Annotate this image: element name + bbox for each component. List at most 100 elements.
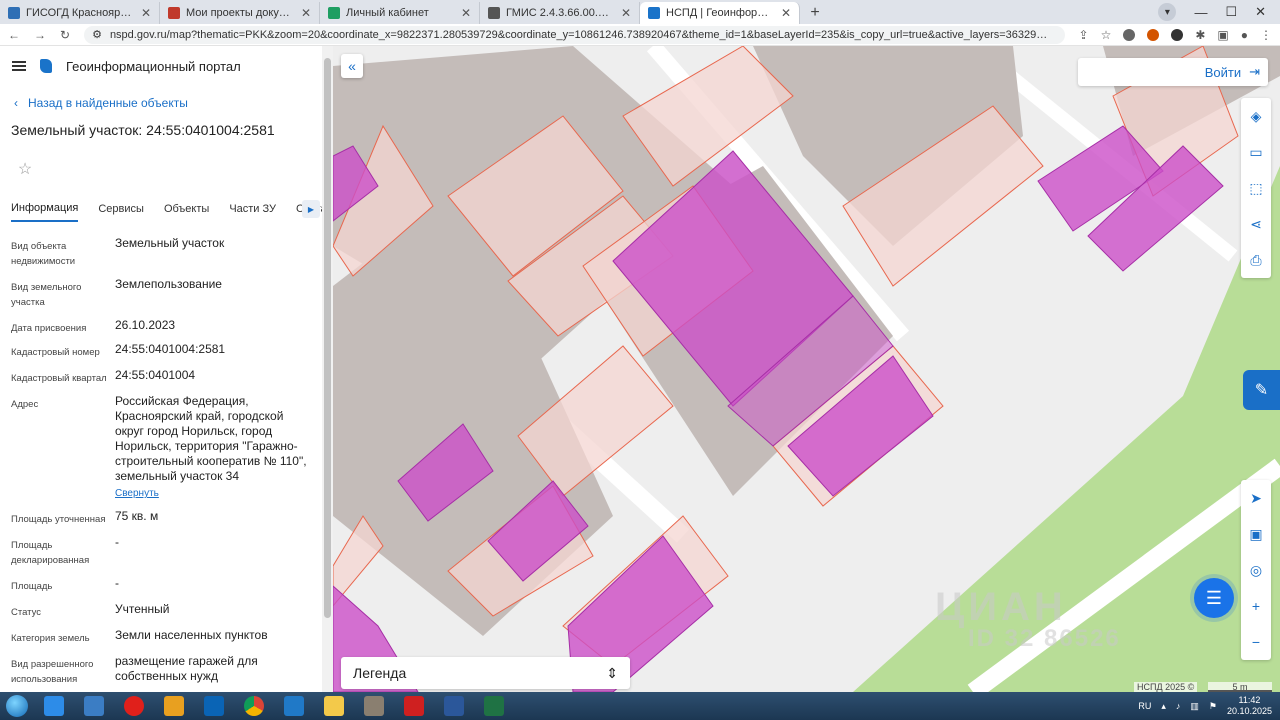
tab-close-icon[interactable]: ✕ [461,6,471,20]
layers-icon[interactable]: ◈ [1241,98,1271,134]
start-button[interactable] [0,692,34,720]
property-value: - [115,576,119,590]
extension-icon[interactable] [1123,28,1136,41]
share-icon[interactable]: ⋖ [1241,206,1271,242]
zoom-in-button[interactable]: + [1241,588,1271,624]
outlook-icon[interactable] [194,692,234,720]
property-row: Кадастровый номер 24:55:0401004:2581 [0,342,322,360]
geosearch-icon[interactable]: ◎ [1241,552,1271,588]
volume-icon[interactable]: ♪ [1176,701,1181,711]
property-value: Учтенный [115,602,170,616]
panel-scrollbar[interactable] [322,46,333,692]
back-link-label: Назад в найденные объекты [28,96,188,110]
tab-search-icon[interactable]: ▾ [1158,3,1177,21]
new-tab-button[interactable]: + [804,2,826,24]
bird-app-icon[interactable] [74,692,114,720]
tab-objects[interactable]: Объекты [164,196,209,222]
property-value: Земли населенных пунктов [115,628,268,642]
minimap-icon[interactable]: ▣ [1241,516,1271,552]
chat-icon[interactable]: ☰ [1194,578,1234,618]
extension-icon[interactable] [1147,28,1160,41]
tab-close-icon[interactable]: ✕ [141,6,151,20]
sidepanel-icon[interactable]: ▣ [1217,28,1228,42]
tab-favicon-icon [168,7,180,19]
clock-date: 20.10.2025 [1226,706,1272,716]
properties-list: Вид объекта недвижимости Земельный участо… [0,236,322,687]
browser-tab[interactable]: Личный кабинет ✕ [320,2,480,24]
chevron-updown-icon: ⇕ [606,664,618,681]
tab-info[interactable]: Информация [11,196,79,222]
print-icon[interactable]: ⎙ [1241,242,1271,278]
ruler-icon[interactable]: ▭ [1241,134,1271,170]
url-text: nspd.gov.ru/map?thematic=PKK&zoom=20&coo… [109,28,1057,41]
menu-kebab-icon[interactable]: ⋮ [1260,28,1272,42]
extension-icon[interactable] [1171,28,1184,41]
property-label: Кадастровый квартал [11,373,107,384]
language-indicator[interactable]: RU [1138,701,1151,711]
back-to-results-link[interactable]: ‹ Назад в найденные объекты [14,96,322,110]
property-value: 24:55:0401004 [115,368,196,382]
network-icon[interactable]: ▥ [1190,701,1199,712]
minimize-icon[interactable]: — [1194,5,1207,20]
app-icon[interactable] [354,692,394,720]
tab-parts[interactable]: Части ЗУ [229,196,276,222]
chrome-icon[interactable] [234,692,274,720]
tab-label: Личный кабинет [346,7,429,19]
forward-icon[interactable]: → [34,28,46,42]
tab-label: Мои проекты документов [186,7,295,19]
share-icon[interactable]: ⇪ [1079,28,1089,42]
maximize-icon[interactable]: ☐ [1225,4,1237,20]
profile-icon[interactable]: ● [1241,28,1248,42]
tabs-scroll-right-icon[interactable]: ▶ [302,200,320,218]
tab-favicon-icon [328,7,340,19]
map-canvas[interactable] [333,46,1280,692]
reload-icon[interactable]: ↻ [60,28,70,42]
zoom-out-button[interactable]: − [1241,624,1271,660]
tab-services[interactable]: Сервисы [98,196,144,222]
back-icon[interactable]: ← [8,28,20,42]
collapse-panel-button[interactable]: « [341,54,363,78]
ie-icon[interactable] [34,692,74,720]
menu-icon[interactable] [12,61,26,71]
collapse-address-link[interactable]: Свернуть [115,486,159,501]
login-button[interactable]: Войти ⇥ [1078,58,1268,86]
flag-icon[interactable]: ⚑ [1209,701,1217,712]
close-window-icon[interactable]: ✕ [1255,4,1266,20]
tab-favicon-icon [648,7,660,19]
bookmark-star-icon[interactable]: ☆ [1101,28,1112,42]
tray-expand-icon[interactable]: ▴ [1161,701,1166,712]
login-arrow-icon: ⇥ [1249,64,1260,79]
tab-close-icon[interactable]: ✕ [781,6,791,20]
excel-icon[interactable] [474,692,514,720]
property-label: Кадастровый номер [11,347,100,358]
word-icon[interactable] [434,692,474,720]
browser-tab[interactable]: ГИСОГД Красноярского края ✕ [0,2,160,24]
explorer-icon[interactable] [314,692,354,720]
property-row: Площадь - [0,576,322,594]
property-row: Кадастровый квартал 24:55:0401004 [0,368,322,386]
browser-tab[interactable]: НСПД | Геоинформационный п ✕ [640,2,800,24]
site-info-icon[interactable]: ⚙ [92,28,102,41]
favorite-star-icon[interactable]: ☆ [12,156,38,182]
map-toolbar-bottom: ➤ ▣ ◎ + − [1241,480,1271,660]
browser-tab[interactable]: Мои проекты документов ✕ [160,2,320,24]
opera-icon[interactable] [114,692,154,720]
panel-header: Геоинформационный портал [0,46,322,86]
legend-dropdown[interactable]: Легенда ⇕ [341,657,630,689]
url-input[interactable]: ⚙ nspd.gov.ru/map?thematic=PKK&zoom=20&c… [84,25,1065,44]
tab-close-icon[interactable]: ✕ [621,6,631,20]
property-label: Вид разрешенного использования [11,659,94,685]
locate-icon[interactable]: ➤ [1241,480,1271,516]
extensions-puzzle-icon[interactable]: ✱ [1195,28,1205,42]
media-player-icon[interactable] [154,692,194,720]
tab-label: НСПД | Геоинформационный п [666,7,775,19]
chevron-left-icon: ‹ [14,96,18,110]
browser-tab[interactable]: ГМИС 2.4.3.66.00.10.25 ✕ [480,2,640,24]
feedback-icon[interactable]: ✎ [1243,370,1280,410]
app-icon[interactable] [274,692,314,720]
clock[interactable]: 11:42 20.10.2025 [1227,695,1272,717]
tab-close-icon[interactable]: ✕ [301,6,311,20]
select-area-icon[interactable]: ⬚ [1241,170,1271,206]
scrollbar-thumb[interactable] [324,58,331,618]
acrobat-icon[interactable] [394,692,434,720]
